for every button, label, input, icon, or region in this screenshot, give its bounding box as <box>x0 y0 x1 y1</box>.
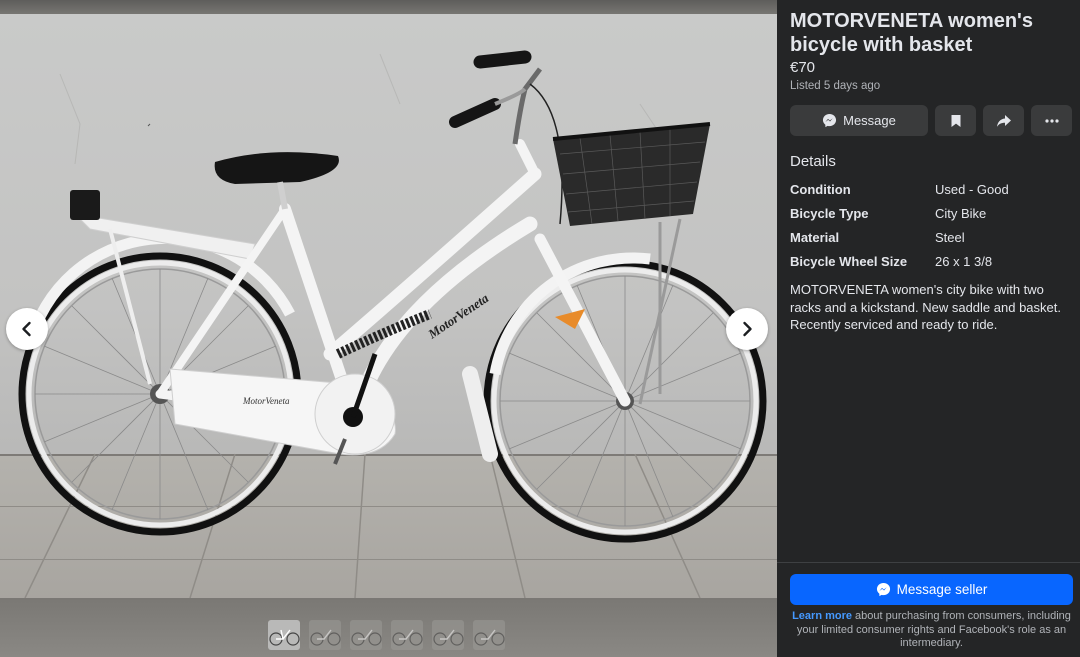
listed-time: Listed 5 days ago <box>790 80 881 92</box>
learn-more-link[interactable]: Learn more <box>792 610 852 622</box>
thumbnail[interactable] <box>473 620 505 650</box>
details-heading: Details <box>790 153 836 170</box>
message-seller-button[interactable]: Message seller <box>790 574 1073 605</box>
thumbnail-strip <box>268 620 505 650</box>
photo-viewer: MotorVeneta MotorVeneta <box>0 0 777 657</box>
thumbnail[interactable] <box>432 620 464 650</box>
chevron-left-icon <box>22 321 31 337</box>
divider <box>777 562 1080 563</box>
detail-value: 26 x 1 3/8 <box>935 254 993 269</box>
messenger-icon <box>823 113 837 128</box>
detail-value: City Bike <box>935 206 987 221</box>
listing-photo: MotorVeneta MotorVeneta <box>0 14 777 598</box>
thumbnail[interactable] <box>391 620 423 650</box>
more-icon <box>1044 118 1059 123</box>
listing-title: MOTORVENETA women's bicycle with basket <box>790 10 1033 56</box>
messenger-icon <box>876 582 890 597</box>
previous-photo-button[interactable] <box>6 308 48 350</box>
thumbnail[interactable] <box>309 620 341 650</box>
share-button[interactable] <box>983 105 1024 136</box>
listing-price: €70 <box>790 59 816 76</box>
listing-details-panel: MOTORVENETA women's bicycle with basket … <box>777 0 1080 657</box>
consumer-rights-notice: Learn more about purchasing from consume… <box>790 610 1073 651</box>
action-bar: Message <box>790 105 1072 136</box>
bicycle-illustration: MotorVeneta MotorVeneta <box>18 50 767 598</box>
detail-label: Material <box>790 230 840 245</box>
detail-label: Bicycle Wheel Size <box>790 254 908 269</box>
listing-description: MOTORVENETA women's city bike with two r… <box>790 282 1061 332</box>
thumbnail[interactable] <box>268 620 300 650</box>
message-button[interactable]: Message <box>790 105 928 136</box>
save-button[interactable] <box>935 105 976 136</box>
message-seller-label: Message seller <box>896 582 988 597</box>
bookmark-icon <box>951 114 960 127</box>
chainguard-brand-text: MotorVeneta <box>242 396 290 406</box>
detail-label: Condition <box>790 182 851 197</box>
detail-label: Bicycle Type <box>790 206 869 221</box>
share-icon <box>996 114 1011 127</box>
thumbnail[interactable] <box>350 620 382 650</box>
message-button-label: Message <box>843 113 896 128</box>
chevron-right-icon <box>743 321 752 337</box>
more-options-button[interactable] <box>1031 105 1072 136</box>
viewer-top-blur <box>0 0 777 14</box>
detail-value: Used - Good <box>935 182 1009 197</box>
detail-value: Steel <box>935 230 965 245</box>
next-photo-button[interactable] <box>726 308 768 350</box>
